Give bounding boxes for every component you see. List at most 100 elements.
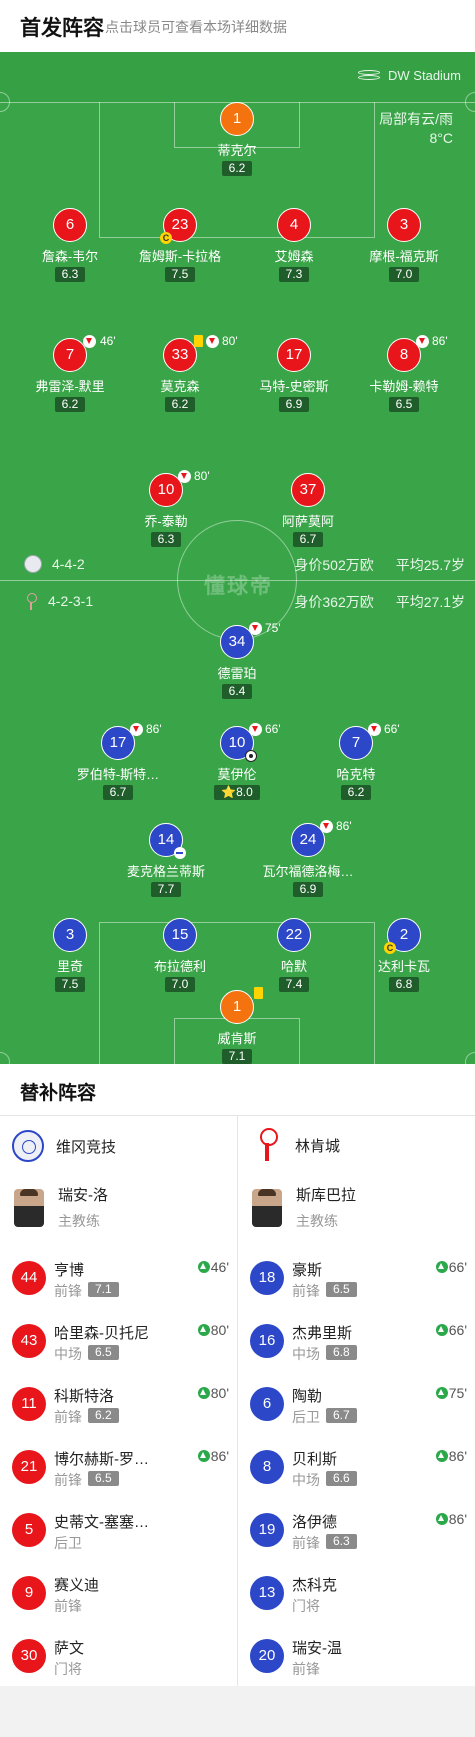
away-sub-row[interactable]: 13 杰科克 门将 bbox=[238, 1562, 475, 1625]
player-rating: 7.5 bbox=[54, 977, 86, 992]
player-rating: 6.3 bbox=[150, 532, 182, 547]
sub-in-time: 66' bbox=[435, 1322, 467, 1338]
away-formation-label: 4-2-3-1 bbox=[48, 593, 94, 609]
player-name: 莫伊伦 bbox=[217, 767, 257, 782]
player-number: 15 bbox=[163, 918, 197, 952]
home-player-8[interactable]: 8 86' 卡勒姆-赖特 6.5 bbox=[339, 334, 469, 413]
sub-rating: 6.5 bbox=[326, 1282, 357, 1297]
away-player-15[interactable]: 15 布拉德利 7.0 bbox=[115, 918, 245, 993]
player-rating: 6.2 bbox=[221, 161, 253, 176]
away-sub-row[interactable]: 18 豪斯 前锋 6.5 66' bbox=[238, 1247, 475, 1310]
away-player-2[interactable]: 2 C 达利卡瓦 6.8 bbox=[339, 918, 469, 993]
player-number: 3 bbox=[387, 208, 421, 242]
coach-role: 主教练 bbox=[296, 1213, 338, 1229]
player-name: 詹姆斯-卡拉格 bbox=[138, 249, 222, 264]
away-player-1[interactable]: 1 威肯斯 7.1 bbox=[172, 987, 302, 1064]
sub-position: 前锋 bbox=[292, 1283, 320, 1299]
player-number: 2 C bbox=[384, 918, 421, 954]
player-number-text: 10 bbox=[228, 734, 246, 751]
away-sub-row[interactable]: 16 杰弗里斯 中场 6.8 66' bbox=[238, 1310, 475, 1373]
home-player-23[interactable]: 23 C 詹姆斯-卡拉格 7.5 bbox=[115, 208, 245, 283]
player-name: 哈克特 bbox=[336, 767, 376, 782]
player-name: 莫克森 bbox=[160, 379, 200, 394]
player-name: 威肯斯 bbox=[217, 1031, 257, 1046]
sub-name: 瑞安-温 bbox=[292, 1640, 342, 1657]
sub-position: 后卫 bbox=[54, 1535, 82, 1551]
home-player-1[interactable]: 1 蒂克尔 6.2 bbox=[172, 102, 302, 177]
corner-arc bbox=[0, 1052, 10, 1064]
lineup-header: 首发阵容 点击球员可查看本场详细数据 bbox=[0, 0, 475, 52]
away-sub-row[interactable]: 20 瑞安-温 前锋 bbox=[238, 1625, 475, 1688]
away-sub-row[interactable]: 8 贝利斯 中场 6.6 86' bbox=[238, 1436, 475, 1499]
away-team-badge-icon bbox=[24, 592, 38, 610]
sub-in-icon bbox=[435, 1450, 448, 1462]
page-hint: 点击球员可查看本场详细数据 bbox=[105, 19, 287, 35]
home-sub-row[interactable]: 21 博尔赫斯-罗… 前锋 6.5 86' bbox=[0, 1436, 237, 1499]
player-name: 阿萨莫阿 bbox=[281, 514, 334, 529]
away-player-34[interactable]: 34 75' 德雷珀 6.4 bbox=[172, 621, 302, 700]
away-player-10[interactable]: 10 66' 莫伊伦 ⭐8.0 bbox=[172, 722, 302, 801]
home-sub-row[interactable]: 30 萨文 门将 bbox=[0, 1625, 237, 1688]
away-team-header[interactable]: 林肯城 bbox=[251, 1128, 340, 1162]
star-icon: ⭐ bbox=[221, 785, 237, 799]
sub-position: 前锋 bbox=[54, 1598, 82, 1614]
home-player-10[interactable]: 10 80' 乔-泰勒 6.3 bbox=[101, 469, 231, 548]
player-rating: 6.2 bbox=[340, 785, 372, 800]
pitch: DW Stadium 局部有云/雨 8°C 懂球帝 4-4-2 身价502万欧 … bbox=[0, 52, 475, 1064]
away-player-7[interactable]: 7 66' 哈克特 6.2 bbox=[291, 722, 421, 801]
player-rating: 6.4 bbox=[221, 684, 253, 699]
sub-in-time: 75' bbox=[435, 1385, 467, 1401]
wigan-badge-icon bbox=[12, 1130, 44, 1162]
weather-condition: 局部有云/雨 bbox=[379, 111, 453, 127]
away-player-24[interactable]: 24 86' 瓦尔福德洛梅… 6.9 bbox=[243, 819, 373, 898]
substituted-out-icon bbox=[416, 335, 429, 348]
sub-rating: 6.5 bbox=[88, 1471, 119, 1486]
sub-in-time: 80' bbox=[197, 1385, 229, 1401]
home-sub-row[interactable]: 43 哈里森-贝托尼 中场 6.5 80' bbox=[0, 1310, 237, 1373]
sub-number: 18 bbox=[250, 1261, 284, 1295]
substitution-time: 86' bbox=[336, 819, 352, 833]
home-sub-row[interactable]: 44 亨博 前锋 7.1 46' bbox=[0, 1247, 237, 1310]
home-sub-row[interactable]: 5 史蒂文-塞塞… 后卫 bbox=[0, 1499, 237, 1562]
sub-name: 萨文 bbox=[54, 1640, 85, 1657]
home-sub-row[interactable]: 9 赛义迪 前锋 bbox=[0, 1562, 237, 1625]
captain-icon: C bbox=[160, 232, 172, 244]
home-average-age: 平均25.7岁 bbox=[395, 557, 465, 573]
sub-in-icon bbox=[197, 1261, 210, 1273]
sub-in-icon bbox=[197, 1324, 210, 1336]
sub-name: 陶勒 bbox=[292, 1388, 323, 1405]
sub-number: 19 bbox=[250, 1513, 284, 1547]
sub-name: 赛义迪 bbox=[54, 1577, 100, 1594]
sub-position: 前锋 bbox=[54, 1283, 82, 1299]
coach-name: 斯库巴拉 bbox=[296, 1187, 357, 1204]
sub-in-icon bbox=[197, 1450, 210, 1462]
sub-number: 9 bbox=[12, 1576, 46, 1610]
substituted-out-icon bbox=[249, 622, 262, 635]
home-team-header[interactable]: 维冈竞技 bbox=[12, 1130, 116, 1162]
home-coach[interactable]: 瑞安-洛 主教练 bbox=[14, 1184, 108, 1231]
substitutes-section: 替补阵容 维冈竞技 林肯城 瑞安-洛 主教练 斯库巴拉 主教练 44 亨博 前锋… bbox=[0, 1064, 475, 1686]
home-sub-row[interactable]: 11 科斯特洛 前锋 6.2 80' bbox=[0, 1373, 237, 1436]
sub-name: 杰弗里斯 bbox=[292, 1325, 353, 1342]
home-player-37[interactable]: 37 阿萨莫阿 6.7 bbox=[243, 473, 373, 548]
away-sub-row[interactable]: 19 洛伊德 前锋 6.3 86' bbox=[238, 1499, 475, 1562]
home-player-33[interactable]: 33 80' 莫克森 6.2 bbox=[115, 334, 245, 413]
away-coach[interactable]: 斯库巴拉 主教练 bbox=[252, 1184, 356, 1231]
sub-in-icon bbox=[197, 1387, 210, 1399]
sub-position: 前锋 bbox=[292, 1661, 320, 1677]
sub-position: 门将 bbox=[54, 1661, 82, 1677]
yellow-card-icon bbox=[194, 335, 203, 347]
away-player-14[interactable]: 14 麦克格兰蒂斯 7.7 bbox=[101, 823, 231, 898]
player-name: 蒂克尔 bbox=[217, 143, 257, 158]
player-name: 麦克格兰蒂斯 bbox=[126, 864, 205, 879]
player-name: 摩根-福克斯 bbox=[369, 249, 439, 264]
stadium-info: DW Stadium bbox=[358, 68, 461, 83]
home-player-3[interactable]: 3 摩根-福克斯 7.0 bbox=[339, 208, 469, 283]
away-player-17[interactable]: 17 86' 罗伯特-斯特… 6.7 bbox=[53, 722, 183, 801]
home-team-badge-icon bbox=[24, 555, 42, 573]
sub-number: 20 bbox=[250, 1639, 284, 1673]
corner-arc bbox=[465, 1052, 475, 1064]
sub-in-minute: 86' bbox=[448, 1511, 467, 1527]
away-sub-row[interactable]: 6 陶勒 后卫 6.7 75' bbox=[238, 1373, 475, 1436]
sub-in-icon bbox=[435, 1324, 448, 1336]
